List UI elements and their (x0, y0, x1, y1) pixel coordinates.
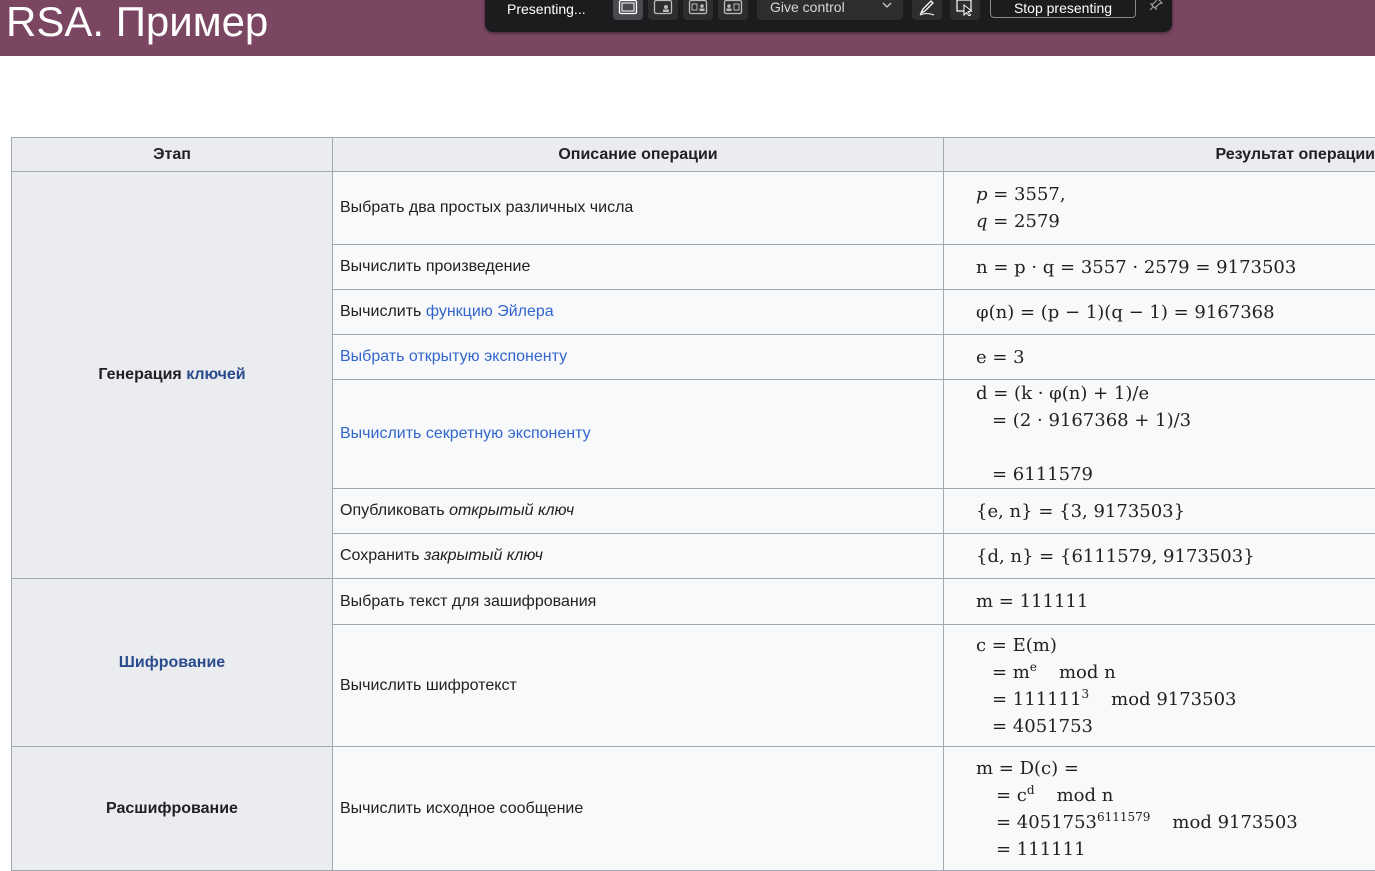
stage-encryption: Шифрование (12, 579, 333, 747)
result-cell: d = (k · φ(n) + 1)/e = (2 · 9167368 + 1)… (944, 380, 1375, 489)
description-cell: Вычислить функцию Эйлера (333, 290, 944, 335)
encryption-link[interactable]: Шифрование (119, 654, 225, 671)
result-cell: n = p · q = 3557 · 2579 = 9173503 (944, 245, 1375, 290)
stage-key-generation: Генерация ключей (12, 172, 333, 579)
table-header-row: Этап Описание операции Результат операци… (12, 138, 1375, 172)
stop-presenting-label: Stop presenting (991, 0, 1135, 16)
annotate-button[interactable] (912, 0, 942, 20)
description-cell: Выбрать текст для зашифрования (333, 579, 944, 625)
math-line: p = 3557, (976, 181, 1375, 208)
chevron-down-icon (881, 0, 893, 11)
math-line: = 6111579 (976, 461, 1375, 488)
euler-function-link[interactable]: функцию Эйлера (426, 303, 554, 320)
pointer-button[interactable] (950, 0, 980, 20)
description-cell: Вычислить произведение (333, 245, 944, 290)
layout-full-icon (618, 0, 638, 16)
math-line: d = (k · φ(n) + 1)/e (976, 380, 1375, 407)
col-header-result: Результат операции (944, 138, 1375, 172)
result-cell: {d, n} = {6111579, 9173503} (944, 534, 1375, 579)
math-line: = 1111113mod 9173503 (976, 686, 1375, 713)
math-line: q = 2579 (976, 208, 1375, 235)
col-header-description: Описание операции (333, 138, 944, 172)
table-row: Расшифрование Вычислить исходное сообщен… (12, 747, 1375, 871)
description-cell: Выбрать открытую экспоненту (333, 335, 944, 380)
presenting-toolbar: Presenting... Give control Stop presenti… (485, 0, 1172, 32)
table-row: Генерация ключей Выбрать два простых раз… (12, 172, 1375, 245)
description-cell: Сохранить закрытый ключ (333, 534, 944, 579)
description-cell: Вычислить исходное сообщение (333, 747, 944, 871)
description-cell: Вычислить секретную экспоненту (333, 380, 944, 489)
math-line: = 4051753 (976, 713, 1375, 740)
math-line: = memod n (976, 659, 1375, 686)
table-row: Шифрование Выбрать текст для зашифровани… (12, 579, 1375, 625)
math-line: = 40517536111579mod 9173503 (976, 809, 1375, 836)
math-line: = 111111 (976, 836, 1375, 863)
result-cell: {e, n} = {3, 9173503} (944, 489, 1375, 534)
slide-title: RSA. Пример (6, 0, 268, 50)
pin-icon[interactable] (1148, 0, 1164, 12)
layout-side-by-side-button[interactable] (683, 0, 713, 20)
layout-full-button[interactable] (613, 0, 643, 20)
description-cell: Опубликовать открытый ключ (333, 489, 944, 534)
result-cell: p = 3557, q = 2579 (944, 172, 1375, 245)
result-cell: m = 111111 (944, 579, 1375, 625)
layout-content-person-button[interactable] (648, 0, 678, 20)
stage-decryption: Расшифрование (12, 747, 333, 871)
pointer-icon (955, 0, 975, 16)
description-cell: Вычислить шифротекст (333, 625, 944, 747)
layout-person-content-button[interactable] (718, 0, 748, 20)
result-cell: c = E(m) = memod n = 1111113mod 9173503 … (944, 625, 1375, 747)
layout-side-by-side-icon (688, 0, 708, 16)
layout-content-person-icon (653, 0, 673, 16)
result-cell: φ(n) = (p − 1)(q − 1) = 9167368 (944, 290, 1375, 335)
give-control-label: Give control (770, 0, 845, 15)
secret-exponent-link[interactable]: Вычислить секретную экспоненту (340, 425, 591, 442)
result-cell: e = 3 (944, 335, 1375, 380)
stage-label: Генерация (98, 366, 186, 383)
public-exponent-link[interactable]: Выбрать открытую экспоненту (340, 348, 567, 365)
stop-presenting-button[interactable]: Stop presenting (990, 0, 1136, 18)
rsa-example-table: Этап Описание операции Результат операци… (11, 137, 1375, 871)
description-cell: Выбрать два простых различных числа (333, 172, 944, 245)
math-line: c = E(m) (976, 632, 1375, 659)
math-line: m = D(c) = (976, 755, 1375, 782)
math-line: = (2 · 9167368 + 1)/3 (976, 407, 1375, 434)
math-line: = cdmod n (976, 782, 1375, 809)
result-cell: m = D(c) = = cdmod n = 40517536111579mod… (944, 747, 1375, 871)
give-control-dropdown[interactable]: Give control (757, 0, 903, 20)
layout-person-content-icon (723, 0, 743, 16)
annotate-icon (917, 0, 937, 16)
keys-link[interactable]: ключей (186, 366, 245, 383)
presenting-status: Presenting... (507, 0, 586, 18)
col-header-stage: Этап (12, 138, 333, 172)
